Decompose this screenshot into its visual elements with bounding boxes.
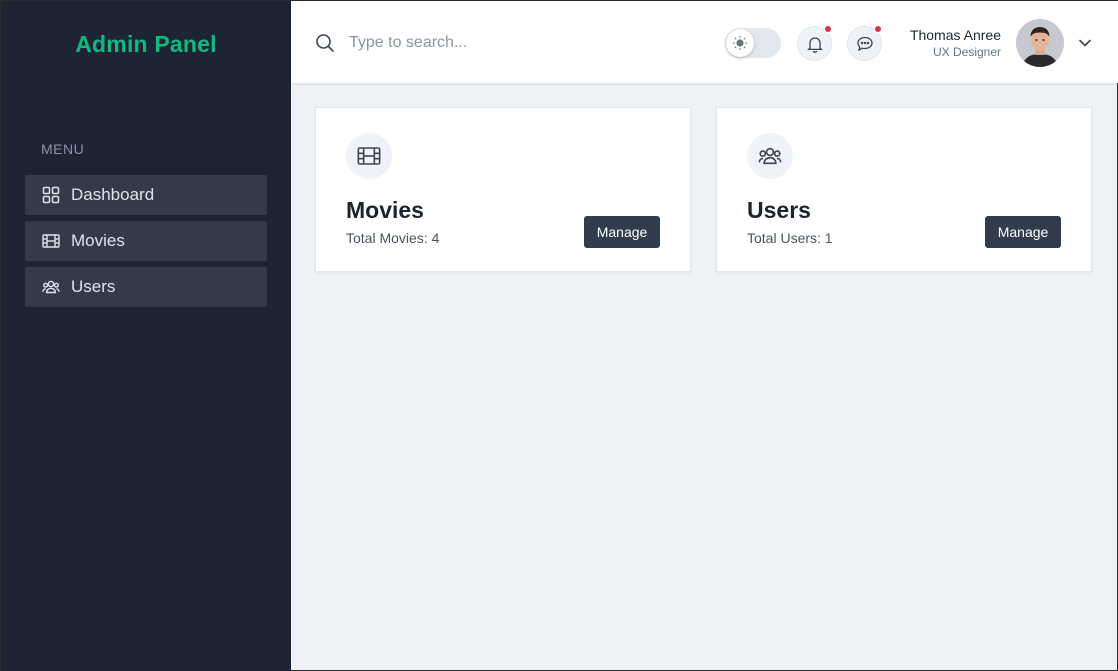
card-icon-circle	[346, 133, 392, 179]
dark-mode-toggle[interactable]	[725, 28, 781, 58]
messages-button[interactable]	[847, 25, 882, 61]
sidebar: Admin Panel MENU Dashboard Movies Users	[1, 1, 291, 671]
users-icon	[758, 147, 782, 165]
brand-logo-text[interactable]: Admin Panel	[1, 31, 291, 58]
avatar[interactable]	[1016, 19, 1064, 67]
user-name[interactable]: Thomas Anree	[910, 27, 1001, 43]
toggle-knob	[726, 29, 754, 57]
top-header: Thomas Anree UX Designer	[291, 1, 1118, 83]
sidebar-item-label: Dashboard	[71, 185, 155, 204]
manage-movies-button[interactable]: Manage	[584, 216, 660, 248]
notifications-button[interactable]	[797, 25, 832, 61]
film-icon	[42, 234, 60, 248]
user-role: UX Designer	[932, 45, 1001, 59]
film-icon	[357, 147, 381, 165]
sidebar-item-label: Users	[71, 277, 116, 296]
card-title: Movies	[346, 197, 424, 223]
users-card: Users Total Users: 1 Manage	[716, 107, 1092, 272]
sun-icon	[733, 36, 747, 50]
avatar-image	[1016, 19, 1064, 67]
card-subtitle: Total Users: 1	[747, 230, 833, 246]
chevron-down-icon[interactable]	[1077, 35, 1093, 51]
sidebar-item-users[interactable]: Users	[25, 267, 267, 307]
menu-section-label: MENU	[41, 141, 85, 157]
sidebar-item-label: Movies	[71, 231, 125, 250]
bell-icon	[806, 36, 823, 53]
sidebar-nav: Dashboard Movies Users	[25, 175, 267, 313]
message-badge	[874, 25, 882, 33]
sidebar-item-dashboard[interactable]: Dashboard	[25, 175, 267, 215]
card-title: Users	[747, 197, 811, 223]
sidebar-item-movies[interactable]: Movies	[25, 221, 267, 261]
card-subtitle: Total Movies: 4	[346, 230, 440, 246]
grid-icon	[42, 186, 60, 204]
card-icon-circle	[747, 133, 793, 179]
notification-badge	[824, 25, 832, 33]
manage-users-button[interactable]: Manage	[985, 216, 1061, 248]
chat-icon	[856, 36, 873, 51]
search-icon[interactable]	[315, 33, 335, 53]
search-input[interactable]	[349, 29, 669, 57]
movies-card: Movies Total Movies: 4 Manage	[315, 107, 691, 272]
users-icon	[42, 280, 60, 294]
